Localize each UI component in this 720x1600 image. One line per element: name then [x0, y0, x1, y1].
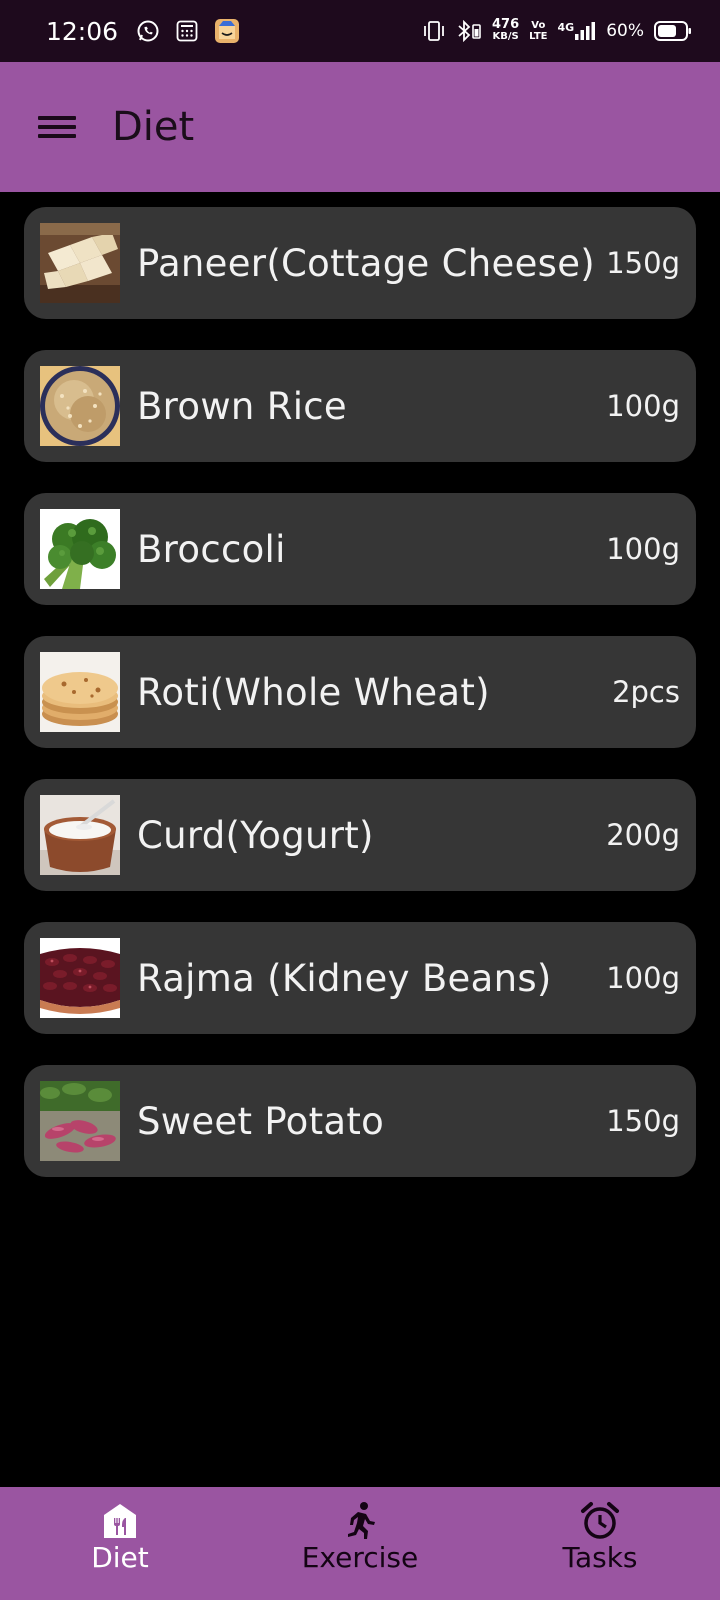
hamburger-menu-icon[interactable]	[38, 112, 76, 142]
shopping-icon	[214, 18, 240, 44]
food-quantity: 100g	[606, 532, 680, 566]
food-name: Broccoli	[137, 527, 286, 571]
nav-label: Diet	[91, 1541, 149, 1574]
list-item[interactable]: Sweet Potato 150g	[24, 1065, 696, 1177]
sweet-potato-image	[40, 1081, 120, 1161]
volte-top: Vo	[531, 20, 546, 31]
list-item[interactable]: Brown Rice 100g	[24, 350, 696, 462]
food-quantity: 150g	[606, 246, 680, 280]
page-title: Diet	[112, 104, 195, 150]
nav-label: Tasks	[562, 1541, 638, 1574]
food-quantity: 100g	[606, 961, 680, 995]
bluetooth-icon	[456, 20, 482, 42]
food-name: Rajma (Kidney Beans)	[137, 956, 552, 1000]
battery-icon	[654, 21, 692, 41]
list-item[interactable]: Curd(Yogurt) 200g	[24, 779, 696, 891]
bottom-navigation: Diet Exercise Tasks	[0, 1487, 720, 1600]
food-name: Paneer(Cottage Cheese)	[137, 241, 596, 285]
signal-icon: 4G	[558, 21, 597, 41]
food-name: Brown Rice	[137, 384, 347, 428]
speed-unit: KB/S	[492, 31, 519, 42]
app-bar: Diet	[0, 62, 720, 192]
nav-item-tasks[interactable]: Tasks	[480, 1487, 720, 1600]
status-bar: 12:06 476 KB/S Vo LTE 4G 60%	[0, 0, 720, 62]
list-item[interactable]: Roti(Whole Wheat) 2pcs	[24, 636, 696, 748]
food-quantity: 2pcs	[612, 675, 680, 709]
alarm-clock-icon	[581, 1502, 619, 1539]
food-name: Sweet Potato	[137, 1099, 385, 1143]
list-item[interactable]: Broccoli 100g	[24, 493, 696, 605]
food-quantity: 100g	[606, 389, 680, 423]
volte-indicator: Vo LTE	[529, 20, 547, 42]
speed-value: 476	[492, 17, 520, 32]
brown-rice-image	[40, 366, 120, 446]
network-speed: 476 KB/S	[492, 17, 520, 43]
food-quantity: 150g	[606, 1104, 680, 1138]
network-type: 4G	[557, 21, 575, 34]
paneer-image	[40, 223, 120, 303]
list-item[interactable]: Rajma (Kidney Beans) 100g	[24, 922, 696, 1034]
nav-label: Exercise	[301, 1541, 419, 1574]
vibrate-icon	[422, 20, 446, 42]
food-name: Curd(Yogurt)	[137, 813, 374, 857]
volte-bottom: LTE	[529, 31, 548, 42]
food-quantity: 200g	[606, 818, 680, 852]
running-icon	[348, 1502, 375, 1539]
curd-image	[40, 795, 120, 875]
calculator-icon	[176, 20, 198, 42]
battery-percent: 60%	[606, 21, 644, 41]
rajma-image	[40, 938, 120, 1018]
diet-list: Paneer(Cottage Cheese) 150g Brown Rice 1…	[24, 207, 696, 1208]
whatsapp-icon	[136, 19, 160, 43]
status-time: 12:06	[46, 16, 119, 46]
nav-item-exercise[interactable]: Exercise	[240, 1487, 480, 1600]
food-name: Roti(Whole Wheat)	[137, 670, 490, 714]
diet-icon	[104, 1504, 136, 1538]
nav-item-diet[interactable]: Diet	[0, 1487, 240, 1600]
broccoli-image	[40, 509, 120, 589]
roti-image	[40, 652, 120, 732]
list-item[interactable]: Paneer(Cottage Cheese) 150g	[24, 207, 696, 319]
